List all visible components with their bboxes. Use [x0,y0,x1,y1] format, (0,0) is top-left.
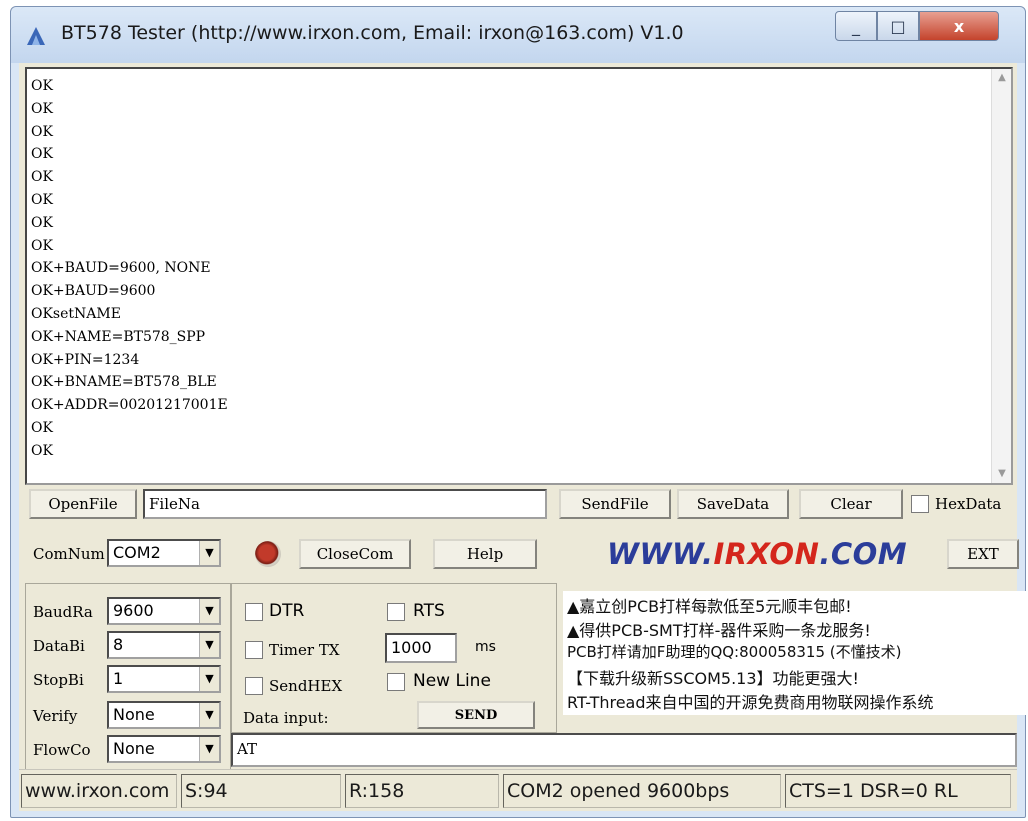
close-button[interactable]: x [919,11,999,41]
receive-line: OK+PIN=1234 [31,351,140,368]
chevron-down-icon[interactable]: ▼ [199,633,219,657]
client-area: OK OK OK OK OK OK OK OK OK+BAUD=9600, NONE OK+BAU… [19,63,1028,811]
receive-line: OK [31,237,53,254]
connection-status-led-icon [255,541,281,567]
stop-bits-select[interactable]: 1 ▼ [107,665,221,693]
help-button[interactable]: Help [433,539,537,569]
receive-lines: OK OK OK OK OK OK OK OK OK+BAUD=9600, NONE OK+BAU… [31,75,228,463]
logo-brand: IRXON [713,537,820,571]
flow-control-value: None [113,739,155,758]
status-site[interactable]: www.irxon.com [21,774,177,808]
status-bar: www.irxon.com S:94 R:158 COM2 opened 960… [19,769,1017,811]
ad-line-4[interactable]: 【下载升级新SSCOM5.13】功能更强大! [567,665,859,689]
chevron-down-icon[interactable]: ▼ [199,667,219,691]
logo-suffix: .COM [819,537,908,571]
data-bits-value: 8 [113,635,124,654]
com-port-select[interactable]: COM2 ▼ [107,539,221,567]
chevron-down-icon[interactable]: ▼ [199,703,219,727]
send-hex-label: SendHEX [269,677,343,695]
timer-interval-field[interactable]: 1000 [385,633,457,663]
receive-line: OK+ADDR=00201217001E [31,397,228,414]
receive-line: OK+NAME=BT578_SPP [31,328,206,345]
verify-value: None [113,705,155,724]
new-line-checkbox[interactable] [387,673,405,691]
receive-line: OK+BNAME=BT578_BLE [31,374,217,391]
close-com-button[interactable]: CloseCom [299,539,411,569]
logo-prefix: WWW. [607,537,714,571]
stop-bits-label: StopBi [33,671,84,689]
baud-rate-label: BaudRa [33,603,93,621]
chevron-down-icon[interactable]: ▼ [199,599,219,623]
vertical-scrollbar[interactable]: ▲ ▼ [991,69,1011,483]
status-received-count: R:158 [345,774,499,808]
irxon-logo[interactable]: WWW.IRXON.COM [607,537,907,571]
save-data-button[interactable]: SaveData [677,489,789,519]
data-bits-label: DataBi [33,637,85,655]
hex-data-label: HexData [935,495,1002,513]
ext-button[interactable]: EXT [947,539,1019,569]
send-button[interactable]: SEND [417,701,535,729]
verify-label: Verify [33,707,78,725]
data-bits-select[interactable]: 8 ▼ [107,631,221,659]
com-num-label: ComNum [33,545,105,563]
baud-rate-select[interactable]: 9600 ▼ [107,597,221,625]
rts-checkbox[interactable] [387,603,405,621]
ad-line-1[interactable]: ▲嘉立创PCB打样每款低至5元顺丰包邮! [567,593,852,617]
timer-unit-label: ms [475,639,496,655]
chevron-down-icon[interactable]: ▼ [199,737,219,761]
open-file-button[interactable]: OpenFile [29,489,137,519]
new-line-label: New Line [413,671,491,691]
title-bar[interactable]: BT578 Tester (http://www.irxon.com, Emai… [11,7,1025,63]
bluetooth-app-icon [27,27,45,45]
send-hex-checkbox[interactable] [245,677,263,695]
app-window: BT578 Tester (http://www.irxon.com, Emai… [10,6,1028,818]
flow-control-label: FlowCo [33,741,91,759]
receive-text-area[interactable]: OK OK OK OK OK OK OK OK OK+BAUD=9600, NONE OK+BAU… [25,67,1013,485]
data-input-field[interactable]: AT [231,733,1017,767]
receive-line: OK [31,214,53,231]
scroll-down-arrow-icon[interactable]: ▼ [992,465,1012,483]
send-file-button[interactable]: SendFile [559,489,671,519]
receive-line: OK [31,191,53,208]
clear-button[interactable]: Clear [799,489,903,519]
scroll-up-arrow-icon[interactable]: ▲ [992,69,1012,87]
status-port-state: COM2 opened 9600bps [503,774,781,808]
minimize-button[interactable]: _ [835,11,877,41]
baud-rate-value: 9600 [113,601,154,620]
advertisement-panel[interactable]: ▲嘉立创PCB打样每款低至5元顺丰包邮! ▲得供PCB-SMT打样-器件采购一条… [563,591,1028,715]
data-input-label: Data input: [243,709,329,727]
ad-line-3[interactable]: PCB打样请加F助理的QQ:800058315 (不懂技术) [567,641,901,662]
receive-line: OK [31,146,53,163]
ad-line-2[interactable]: ▲得供PCB-SMT打样-器件采购一条龙服务! [567,617,871,641]
receive-line: OK [31,78,53,94]
receive-line: OK [31,100,53,117]
receive-line: OK [31,419,53,436]
verify-select[interactable]: None ▼ [107,701,221,729]
receive-line: OK+BAUD=9600 [31,283,156,300]
receive-line: OK+BAUD=9600, NONE [31,260,211,277]
receive-line: OK [31,442,53,459]
window-title: BT578 Tester (http://www.irxon.com, Emai… [61,22,684,44]
maximize-button[interactable]: □ [877,11,919,41]
status-sent-count: S:94 [181,774,341,808]
hex-data-checkbox[interactable] [911,495,929,513]
file-name-field[interactable]: FileNa [143,489,547,519]
dtr-checkbox[interactable] [245,603,263,621]
rts-label: RTS [413,601,445,621]
ad-line-5[interactable]: RT-Thread来自中国的开源免费商用物联网操作系统 [567,689,934,713]
receive-line: OKsetNAME [31,305,121,322]
receive-line: OK [31,169,53,186]
chevron-down-icon[interactable]: ▼ [199,541,219,565]
receive-line: OK [31,123,53,140]
flow-control-select[interactable]: None ▼ [107,735,221,763]
timer-tx-label: Timer TX [269,641,340,659]
dtr-label: DTR [269,601,305,621]
stop-bits-value: 1 [113,669,124,688]
status-modem-lines: CTS=1 DSR=0 RL [785,774,1011,808]
timer-tx-checkbox[interactable] [245,641,263,659]
com-port-value: COM2 [113,543,161,562]
